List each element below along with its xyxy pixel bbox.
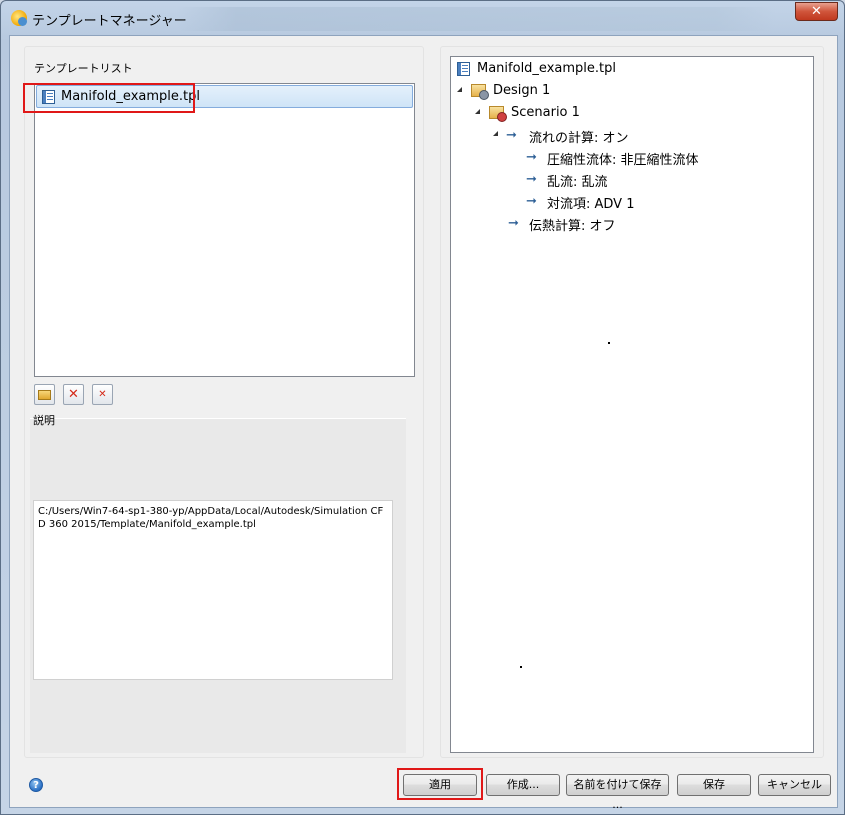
advection-label: 対流項: ADV 1 xyxy=(547,197,635,212)
delete-icon: ✕ xyxy=(68,387,79,402)
expand-icon[interactable] xyxy=(475,109,480,114)
description-text[interactable]: C:/Users/Win7-64-sp1-380-yp/AppData/Loca… xyxy=(33,500,393,680)
delete-all-templates-button[interactable]: ✕ xyxy=(92,384,113,405)
turbulence-label: 乱流: 乱流 xyxy=(547,175,608,190)
description-group: 説明 C:/Users/Win7-64-sp1-380-yp/AppData/L… xyxy=(30,414,406,753)
create-button[interactable]: 作成... xyxy=(486,774,560,796)
blurred-background xyxy=(176,7,776,31)
heat-label: 伝熱計算: オフ xyxy=(529,219,616,234)
design-icon xyxy=(471,84,489,100)
template-file-icon xyxy=(457,62,470,76)
open-template-button[interactable] xyxy=(34,384,55,405)
description-label: 説明 xyxy=(33,414,55,427)
template-manager-window: テンプレートマネージャー ✕ テンプレートリスト Manifold_exampl… xyxy=(0,0,845,815)
template-list-panel: テンプレートリスト Manifold_example.tpl ✕ ✕ 説明 C:… xyxy=(23,46,424,758)
save-as-button[interactable]: 名前を付けて保存 ... xyxy=(566,774,669,811)
arrow-right-icon: ➞ xyxy=(526,194,537,209)
arrow-right-icon: ➞ xyxy=(506,128,517,143)
highlight-box xyxy=(397,768,483,800)
delete-all-icon: ✕ xyxy=(98,389,107,400)
app-icon xyxy=(11,10,27,26)
scenario-icon xyxy=(489,106,507,122)
flow-label: 流れの計算: オン xyxy=(529,131,629,146)
window-title: テンプレートマネージャー xyxy=(32,14,187,29)
expand-icon[interactable] xyxy=(457,87,462,92)
arrow-right-icon: ➞ xyxy=(526,150,537,165)
cancel-button[interactable]: キャンセル xyxy=(758,774,831,796)
scenario-label: Scenario 1 xyxy=(511,105,580,120)
close-button[interactable]: ✕ xyxy=(795,2,838,21)
stray-dot xyxy=(520,666,522,668)
title-bar[interactable]: テンプレートマネージャー ✕ xyxy=(1,1,844,35)
help-icon[interactable]: ? xyxy=(29,778,43,792)
template-tree[interactable]: Manifold_example.tpl Design 1 Scenario 1… xyxy=(450,56,814,753)
arrow-right-icon: ➞ xyxy=(508,216,519,231)
tree-root-label: Manifold_example.tpl xyxy=(477,61,616,76)
template-list[interactable]: Manifold_example.tpl xyxy=(34,83,415,377)
template-list-label: テンプレートリスト xyxy=(34,62,133,75)
template-details-panel: Manifold_example.tpl Design 1 Scenario 1… xyxy=(440,46,824,758)
highlight-box xyxy=(23,83,195,113)
stray-dot xyxy=(608,342,610,344)
expand-icon[interactable] xyxy=(493,131,498,136)
delete-template-button[interactable]: ✕ xyxy=(63,384,84,405)
dialog-body: テンプレートリスト Manifold_example.tpl ✕ ✕ 説明 C:… xyxy=(9,35,838,811)
folder-open-icon xyxy=(38,390,51,400)
arrow-right-icon: ➞ xyxy=(526,172,537,187)
design-label: Design 1 xyxy=(493,83,551,98)
compressible-label: 圧縮性流体: 非圧縮性流体 xyxy=(547,153,699,168)
save-button[interactable]: 保存 xyxy=(677,774,751,796)
